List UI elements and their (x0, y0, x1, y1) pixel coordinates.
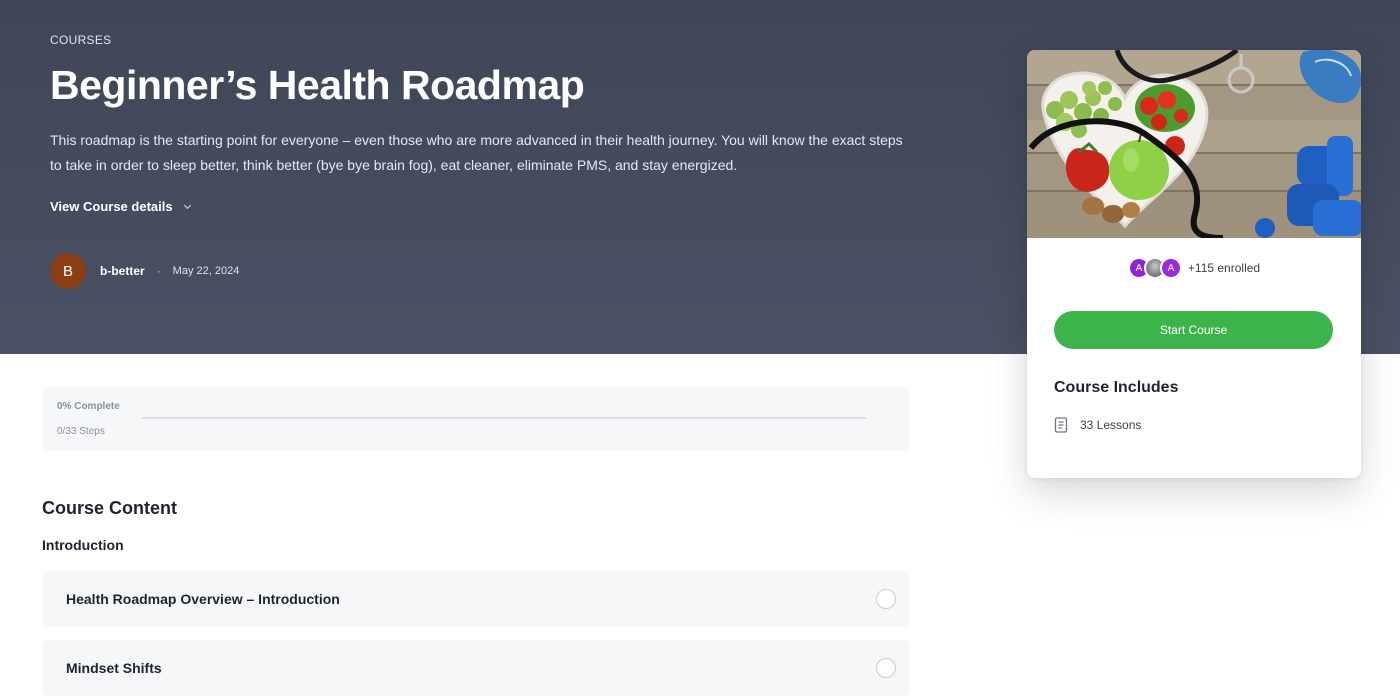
lesson-item[interactable]: Mindset Shifts (42, 640, 910, 696)
progress-card: 0% Complete 0/33 Steps (42, 387, 910, 451)
lesson-group-title[interactable]: Introduction (42, 537, 124, 553)
enrolled-count: +115 enrolled (1187, 261, 1261, 275)
progress-steps: 0/33 Steps (57, 426, 105, 437)
lesson-title: Health Roadmap Overview – Introduction (66, 591, 340, 607)
course-includes-title: Course Includes (1054, 379, 1179, 396)
course-thumbnail-image (1027, 50, 1361, 238)
lesson-item[interactable]: Health Roadmap Overview – Introduction (42, 571, 910, 627)
progress-percent: 0% Complete (57, 401, 120, 412)
breadcrumb-courses[interactable]: COURSES (50, 33, 111, 47)
lesson-title: Mindset Shifts (66, 660, 162, 676)
chevron-down-icon (183, 201, 191, 209)
start-course-button[interactable]: Start Course (1054, 311, 1333, 349)
course-content-title: Course Content (42, 498, 177, 518)
meta-separator: · (156, 264, 161, 278)
lesson-book-icon (1054, 417, 1068, 433)
progress-bar (142, 417, 866, 419)
course-description: This roadmap is the starting point for e… (50, 132, 903, 173)
avatar[interactable]: B (50, 253, 86, 289)
author-name[interactable]: b-better (100, 264, 145, 278)
course-includes-item: 33 Lessons (1054, 417, 1141, 433)
page-title: Beginner’s Health Roadmap (50, 62, 585, 108)
author-meta: B b-better · May 22, 2024 (50, 253, 239, 289)
view-course-details-label: View Course details (50, 199, 173, 214)
view-course-details-toggle[interactable]: View Course details (50, 199, 191, 214)
avatar: A (1159, 257, 1182, 279)
enrolled-avatars: A A (1127, 257, 1182, 279)
publish-date: May 22, 2024 (172, 265, 240, 277)
lesson-count: 33 Lessons (1080, 418, 1142, 432)
course-sidebar-card: A A +115 enrolled Start Course Course In… (1027, 50, 1361, 478)
incomplete-circle-icon (876, 658, 896, 678)
enrolled-summary: A A +115 enrolled (1027, 257, 1361, 279)
incomplete-circle-icon (876, 589, 896, 609)
